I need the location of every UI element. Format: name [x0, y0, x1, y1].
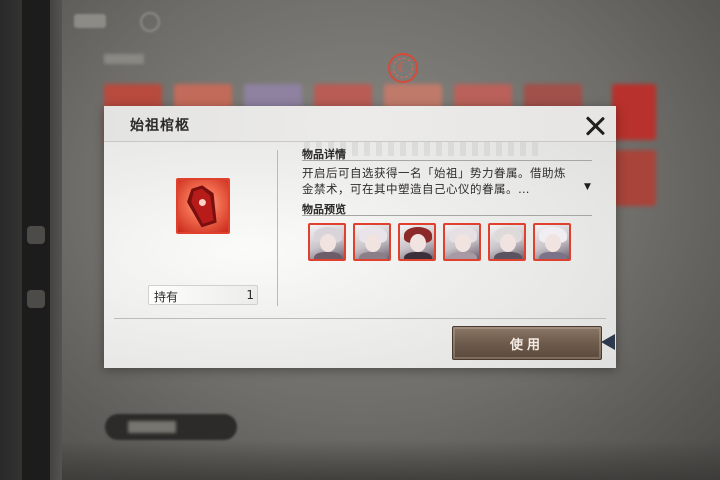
footer-divider — [114, 318, 606, 319]
character-portrait-2[interactable] — [353, 223, 391, 261]
details-divider — [302, 160, 592, 161]
portrait-body — [314, 252, 342, 259]
portrait-face — [500, 234, 516, 252]
portrait-face — [320, 234, 336, 252]
background-pill-text — [128, 421, 176, 433]
background-card — [612, 84, 656, 140]
portrait-body — [449, 252, 477, 259]
use-button[interactable]: 使用 — [452, 326, 602, 360]
background-header-text — [74, 14, 106, 28]
character-portrait-4[interactable] — [443, 223, 481, 261]
background-subheader-text — [104, 54, 144, 64]
coffin-gem — [197, 198, 207, 207]
close-icon[interactable] — [582, 113, 608, 139]
coffin-icon — [184, 183, 223, 230]
background-footer — [62, 440, 720, 480]
character-portrait-1[interactable] — [308, 223, 346, 261]
hold-count-row: 持有 1 — [148, 285, 258, 305]
hold-count: 1 — [246, 288, 254, 302]
background-card — [612, 150, 656, 206]
character-portrait-3[interactable] — [398, 223, 436, 261]
item-dialog: 始祖棺柩 持有 1 物品详情 开启后可自选获得一名「始祖」势力眷属。借助炼金禁术… — [104, 106, 616, 368]
background-header-icon — [140, 12, 160, 32]
button-ornament — [601, 334, 615, 350]
details-text: 开启后可自选获得一名「始祖」势力眷属。借助炼金禁术，可在其中塑造自己心仪的眷属。… — [302, 166, 566, 196]
pane-divider — [277, 150, 278, 306]
character-portrait-6[interactable] — [533, 223, 571, 261]
dialog-title: 始祖棺柩 — [130, 118, 190, 134]
hold-label: 持有 — [154, 290, 179, 304]
portrait-face — [455, 234, 471, 252]
background-sidebar-icon — [27, 226, 45, 244]
portrait-body — [404, 252, 432, 259]
portrait-body — [494, 252, 522, 259]
character-portrait-5[interactable] — [488, 223, 526, 261]
portrait-face — [365, 234, 381, 252]
preview-divider — [302, 215, 592, 216]
item-icon-frame — [176, 178, 230, 234]
portrait-body — [539, 252, 567, 259]
preview-list — [308, 223, 571, 261]
chevron-down-icon[interactable]: ▼ — [584, 182, 591, 192]
use-button-label: 使用 — [509, 337, 544, 353]
background-sidebar-icon — [27, 290, 45, 308]
portrait-face — [545, 234, 561, 252]
portrait-face — [410, 234, 426, 252]
emblem-glyph: ☾ — [396, 60, 410, 76]
portrait-body — [359, 252, 387, 259]
faction-emblem-icon: ☾ — [388, 53, 418, 83]
